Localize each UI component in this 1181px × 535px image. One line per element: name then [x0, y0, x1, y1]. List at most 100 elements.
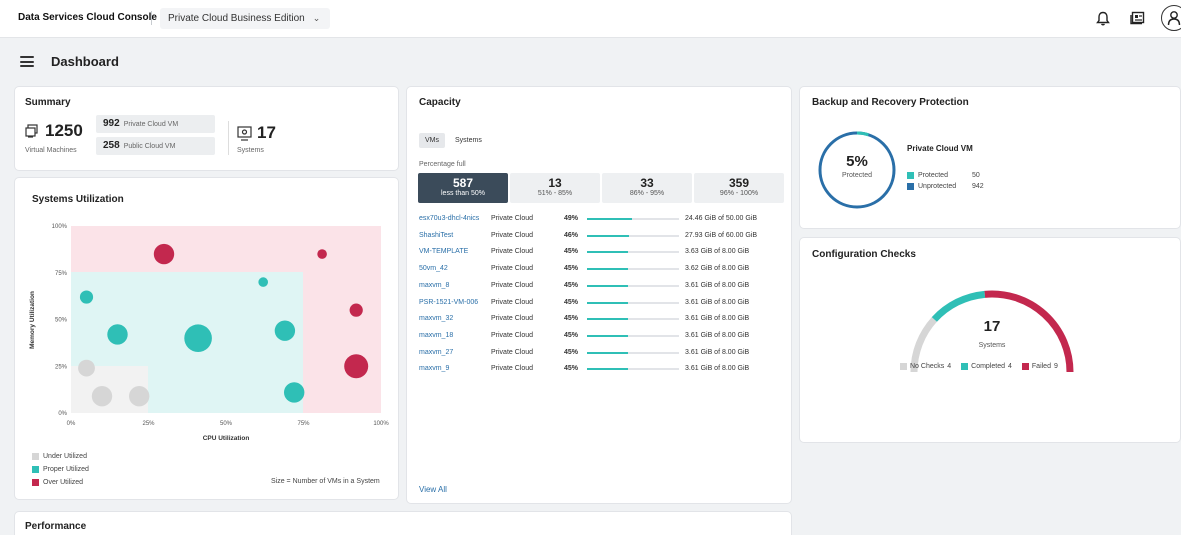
vm-percent: 45% [564, 365, 579, 373]
capacity-card: Capacity VMs Systems Percentage full 587… [406, 86, 792, 504]
legend-under-label: Under Utilized [43, 453, 87, 460]
summary-card: Summary 1250 Virtual Machines 992 Private… [14, 86, 399, 171]
vm-usage-fill [587, 234, 630, 237]
vm-name-link[interactable]: esx70u3-dhcl-4nics [419, 215, 479, 222]
y-tick-label: 75% [55, 271, 68, 277]
configuration-checks-title: Configuration Checks [812, 249, 916, 260]
vm-name-link[interactable]: PSR-1521-VM-006 [419, 299, 478, 306]
proper-utilized-point[interactable] [107, 324, 128, 345]
public-vm-count: 258 [103, 140, 120, 151]
vm-name-link[interactable]: maxvm_18 [419, 332, 453, 339]
news-feed-icon[interactable] [1127, 8, 1147, 28]
tab-systems[interactable]: Systems [449, 133, 488, 148]
vm-usage-bar [587, 351, 679, 354]
over-utilized-point[interactable] [153, 243, 175, 265]
over-utilized-point[interactable] [317, 249, 327, 259]
under-utilized-swatch [32, 453, 39, 460]
failed-count: 9 [1053, 363, 1058, 370]
failed-label: Failed [1031, 363, 1051, 370]
vm-usage-fill [587, 251, 629, 254]
vm-usage-text: 27.93 GiB of 60.00 GiB [685, 231, 757, 239]
bell-icon[interactable] [1093, 8, 1113, 28]
no-checks-swatch [900, 363, 907, 370]
bucket-label: 86% - 95% [629, 190, 665, 197]
systems-utilization-card: Systems Utilization 0% 25% 50% 75% 100% 0% 25… [14, 177, 399, 500]
over-utilized-point[interactable] [349, 303, 363, 317]
private-vm-count: 992 [103, 118, 120, 129]
vm-usage-fill [587, 268, 629, 271]
vm-name-link[interactable]: maxvm_32 [419, 315, 453, 322]
tab-vms[interactable]: VMs [419, 133, 445, 148]
vm-usage-bar [587, 284, 679, 287]
app-brand[interactable]: Data Services Cloud Console [18, 12, 157, 23]
bucket-less-than-50[interactable]: 587 less than 50% [418, 173, 508, 203]
protected-percent: 5% [846, 153, 868, 170]
over-utilized-point[interactable] [344, 354, 369, 379]
x-tick-label: 0% [67, 421, 76, 427]
bucket-label: 51% - 85% [537, 190, 573, 197]
vm-name-link[interactable]: ShashiTest [419, 232, 453, 239]
vm-percent: 45% [564, 248, 579, 256]
vm-percent: 45% [564, 315, 579, 323]
failed-swatch [1021, 363, 1029, 370]
legend-over-utilized: Over Utilized [32, 479, 83, 486]
vm-usage-bar [587, 251, 679, 254]
systems-icon [237, 125, 252, 141]
vm-type: Private Cloud [491, 331, 534, 339]
no-checks-label: No Checks [910, 363, 945, 370]
vm-name-link[interactable]: VM-TEMPLATE [419, 248, 468, 255]
vm-name-link[interactable]: maxvm_8 [419, 282, 449, 289]
proper-utilized-point[interactable] [284, 382, 305, 403]
capacity-title: Capacity [419, 97, 461, 108]
vm-usage-fill [587, 334, 629, 337]
vm-name-link[interactable]: maxvm_9 [419, 365, 449, 372]
vm-usage-text: 3.61 GiB of 8.00 GiB [685, 315, 750, 323]
bucket-count: 13 [548, 176, 562, 190]
proper-utilized-point[interactable] [79, 290, 94, 304]
proper-utilized-point[interactable] [258, 277, 268, 287]
vm-percent: 45% [564, 281, 579, 289]
x-tick-label: 25% [142, 421, 155, 427]
vm-usage-text: 3.62 GiB of 8.00 GiB [685, 265, 750, 273]
public-cloud-vm-pill[interactable]: 258 Public Cloud VM [96, 137, 215, 155]
under-utilized-point[interactable] [91, 385, 113, 407]
bucket-51-85[interactable]: 13 51% - 85% [510, 173, 600, 203]
completed-label: Completed [971, 363, 1005, 370]
edition-selector[interactable]: Private Cloud Business Edition ⌄ [160, 8, 331, 29]
dashboard-header: Dashboard [10, 42, 1181, 80]
vm-usage-fill [587, 318, 629, 321]
brand-separator [151, 11, 152, 25]
vm-type: Private Cloud [491, 248, 534, 256]
bucket-count: 359 [728, 176, 750, 190]
top-bar: Data Services Cloud Console Private Clou… [0, 0, 1181, 38]
hamburger-menu-icon[interactable] [20, 56, 34, 67]
backup-title: Backup and Recovery Protection [812, 97, 969, 108]
under-utilized-point[interactable] [78, 359, 95, 377]
user-avatar-icon[interactable] [1161, 5, 1181, 31]
bucket-86-95[interactable]: 33 86% - 95% [602, 173, 692, 203]
systems-count: 17 [257, 123, 276, 142]
proper-utilized-point[interactable] [274, 320, 296, 341]
vm-type: Private Cloud [491, 365, 534, 373]
config-total: 17 [983, 318, 1001, 335]
systems-utilization-chart: 0% 25% 50% 75% 100% 0% 25% 50% 75% 100% CPU Util… [29, 224, 389, 442]
vm-name-link[interactable]: maxvm_27 [419, 349, 453, 356]
proper-utilized-point[interactable] [184, 324, 212, 352]
bucket-96-100[interactable]: 359 96% - 100% [694, 173, 784, 203]
size-note: Size = Number of VMs in a System [271, 478, 380, 485]
legend-completed: Completed 4 [961, 363, 1012, 370]
vm-count: 1250 [45, 121, 83, 140]
under-utilized-point[interactable] [129, 385, 150, 407]
y-axis-label: Memory Utilization [29, 291, 36, 349]
private-vm-label: Private Cloud VM [123, 121, 179, 128]
private-cloud-vm-pill[interactable]: 992 Private Cloud VM [96, 115, 215, 133]
view-all-link[interactable]: View All [419, 485, 447, 494]
vm-percent: 49% [564, 215, 579, 222]
systems-label: Systems [237, 147, 264, 154]
vm-label: Virtual Machines [25, 147, 77, 154]
vm-type: Private Cloud [491, 215, 534, 222]
vm-name-link[interactable]: 50vm_42 [419, 265, 448, 272]
vm-percent: 46% [564, 231, 579, 239]
unprotected-label: Unprotected [918, 183, 957, 190]
chevron-down-icon: ⌄ [312, 13, 321, 23]
